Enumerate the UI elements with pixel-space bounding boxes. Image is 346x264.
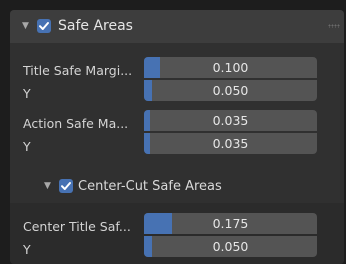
title-safe-margin-x-field[interactable]: 0.100 xyxy=(144,57,317,78)
action-safe-margin-y-value: 0.035 xyxy=(212,136,249,151)
center-cut-header[interactable]: ▼ Center-Cut Safe Areas xyxy=(10,170,344,202)
action-safe-margin-y-field[interactable]: 0.035 xyxy=(144,133,317,154)
center-title-safe-x-label: Center Title Saf... xyxy=(23,219,131,234)
center-title-safe-y-label: Y xyxy=(23,242,31,257)
title-safe-margin-x-label: Title Safe Margi... xyxy=(23,63,133,78)
center-title-safe-y-value: 0.050 xyxy=(212,239,249,254)
checkmark-icon xyxy=(39,22,49,30)
center-cut-checkbox[interactable] xyxy=(59,179,73,193)
title-safe-margin-y-label: Y xyxy=(23,86,31,101)
title-safe-margin-y-field[interactable]: 0.050 xyxy=(144,80,317,101)
center-title-safe-x-value: 0.175 xyxy=(212,216,249,231)
safe-areas-header[interactable]: ▼ Safe Areas xyxy=(10,10,344,43)
collapse-triangle-icon[interactable]: ▼ xyxy=(22,21,29,31)
center-title-safe-x-field[interactable]: 0.175 xyxy=(144,213,317,234)
center-cut-title: Center-Cut Safe Areas xyxy=(78,179,222,194)
action-safe-margin-x-field[interactable]: 0.035 xyxy=(144,110,317,131)
safe-areas-title: Safe Areas xyxy=(58,18,133,34)
drag-grip-icon[interactable] xyxy=(328,24,340,28)
checkmark-icon xyxy=(61,182,71,190)
title-safe-margin-x-value: 0.100 xyxy=(212,60,249,75)
safe-areas-checkbox[interactable] xyxy=(37,19,51,33)
action-safe-margin-x-value: 0.035 xyxy=(212,113,249,128)
safe-areas-panel: ▼ Safe Areas Title Safe Margi... 0.100 Y… xyxy=(10,10,344,264)
title-safe-margin-y-value: 0.050 xyxy=(212,83,249,98)
center-title-safe-y-field[interactable]: 0.050 xyxy=(144,236,317,257)
subpanel-collapse-triangle-icon[interactable]: ▼ xyxy=(44,181,51,191)
action-safe-margin-x-label: Action Safe Ma... xyxy=(23,116,129,131)
action-safe-margin-y-label: Y xyxy=(23,139,31,154)
